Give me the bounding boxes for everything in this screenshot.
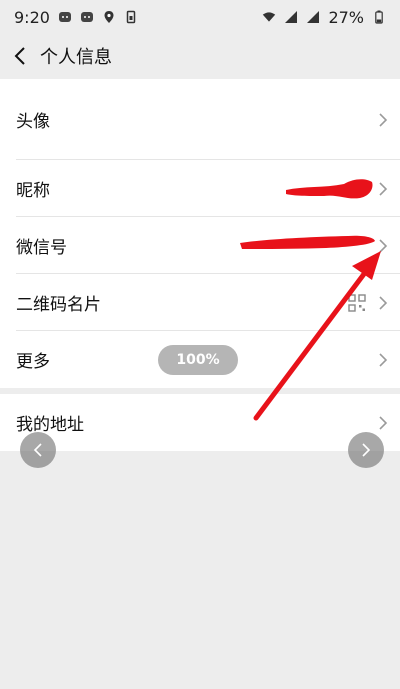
page-title: 个人信息 — [40, 47, 112, 68]
location-icon — [102, 10, 116, 24]
chevron-right-icon — [379, 295, 388, 310]
sim-icon — [124, 10, 138, 24]
redaction-mark — [286, 179, 373, 199]
chevron-right-icon — [362, 443, 371, 457]
chevron-right-icon — [379, 352, 388, 367]
next-button[interactable] — [348, 432, 384, 468]
address-label: 我的地址 — [16, 415, 84, 435]
address-group: 我的地址 — [0, 394, 400, 451]
zoom-indicator: 100% — [158, 345, 238, 375]
qr-code-icon — [348, 293, 366, 312]
more-label: 更多 — [16, 352, 50, 372]
back-button[interactable] — [0, 34, 40, 78]
chevron-left-icon — [33, 443, 42, 457]
battery-icon — [372, 10, 386, 24]
status-time: 9:20 — [14, 7, 50, 27]
chevron-right-icon — [379, 181, 388, 196]
redaction-mark — [240, 235, 375, 249]
address-row[interactable]: 我的地址 — [0, 394, 400, 451]
qr-card-row[interactable]: 二维码名片 — [0, 274, 400, 331]
previous-button[interactable] — [20, 432, 56, 468]
nickname-row[interactable]: 昵称 — [0, 160, 400, 217]
wechat-id-row[interactable]: 微信号 — [0, 217, 400, 274]
wechat-icon — [58, 10, 72, 24]
wechat-id-label: 微信号 — [16, 238, 67, 258]
avatar-row[interactable]: 头像 — [0, 79, 400, 160]
status-bar-right: 27% — [262, 8, 386, 27]
qr-card-label: 二维码名片 — [16, 295, 101, 315]
nav-bar: 个人信息 — [0, 34, 400, 78]
chevron-left-icon — [14, 47, 25, 65]
status-bar-left: 9:20 — [14, 8, 138, 27]
chevron-right-icon — [379, 238, 388, 253]
nickname-label: 昵称 — [16, 181, 50, 201]
battery-percent: 27% — [328, 7, 364, 27]
wifi-icon — [262, 10, 276, 24]
avatar-label: 头像 — [16, 112, 50, 132]
profile-group: 头像 昵称 微信号 二维码名片 更多 — [0, 79, 400, 388]
status-bar: 9:20 27% — [0, 0, 400, 34]
wechat-icon — [80, 10, 94, 24]
chevron-right-icon — [379, 112, 388, 127]
signal-icon — [306, 10, 320, 24]
signal-icon — [284, 10, 298, 24]
chevron-right-icon — [379, 415, 388, 430]
